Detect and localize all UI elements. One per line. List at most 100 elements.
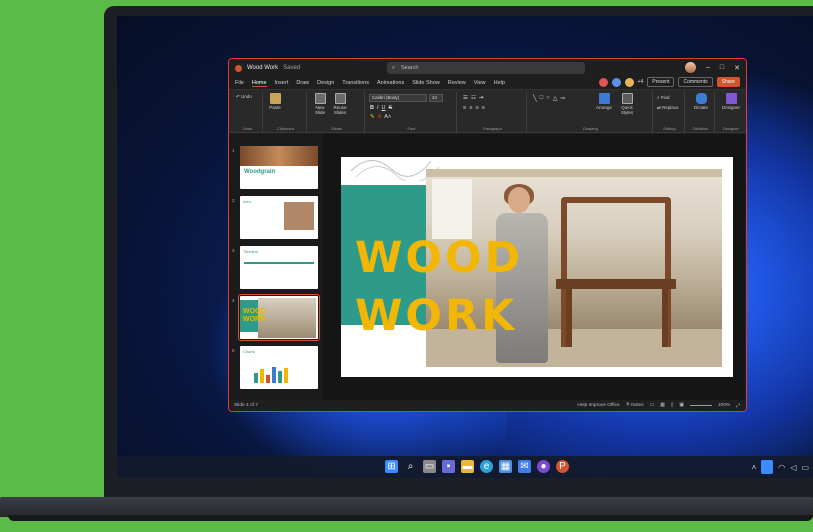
share-button[interactable]: Share bbox=[716, 77, 740, 87]
app-icon[interactable]: ● bbox=[537, 460, 550, 473]
line-shape-icon[interactable]: ╲ bbox=[533, 95, 537, 102]
font-style-buttons: BIUS bbox=[370, 105, 392, 111]
task-view-icon[interactable]: ▭ bbox=[423, 460, 436, 473]
numbering-icon[interactable]: ☷ bbox=[471, 95, 476, 101]
current-slide-canvas[interactable]: WOOD WORK bbox=[341, 157, 733, 377]
tab-view[interactable]: View bbox=[474, 80, 486, 86]
slide-thumbnail-4[interactable]: WOOD WORK bbox=[238, 294, 320, 341]
edge-icon[interactable]: e bbox=[480, 460, 493, 473]
undo-button[interactable]: ↶ Undo bbox=[236, 94, 252, 100]
paste-button[interactable]: Paste bbox=[267, 93, 283, 110]
tab-home[interactable]: Home bbox=[251, 80, 267, 87]
slide-thumbnail-3[interactable]: Timeline bbox=[240, 246, 318, 289]
triangle-shape-icon[interactable]: △ bbox=[553, 95, 558, 102]
account-avatar[interactable] bbox=[684, 62, 696, 73]
font-size-select[interactable]: 24 bbox=[429, 94, 443, 102]
tab-animations[interactable]: Animations bbox=[377, 80, 404, 86]
bold-icon[interactable]: B bbox=[370, 105, 374, 111]
minimize-icon[interactable]: – bbox=[706, 64, 710, 71]
tab-file[interactable]: File bbox=[235, 80, 244, 86]
reuse-slides-button[interactable]: Reuse Slides bbox=[331, 93, 349, 115]
zoom-slider[interactable] bbox=[689, 405, 712, 406]
font-color-icon[interactable]: A bbox=[378, 114, 382, 120]
quick-styles-label: Quick Styles bbox=[620, 105, 634, 115]
quick-styles-button[interactable]: Quick Styles bbox=[617, 93, 637, 115]
arrange-button[interactable]: Arrange bbox=[595, 93, 613, 110]
underline-icon[interactable]: U bbox=[382, 105, 386, 111]
tab-insert[interactable]: Insert bbox=[275, 80, 289, 86]
notes-label: Notes bbox=[631, 403, 644, 408]
new-slide-icon bbox=[314, 93, 326, 104]
shapes-gallery[interactable]: ╲ □ ○ △ ⇨ bbox=[533, 95, 566, 102]
photo-chair-seat bbox=[556, 279, 676, 289]
replace-button[interactable]: ⇄ Replace bbox=[657, 105, 679, 111]
align-left-icon[interactable]: ≡ bbox=[463, 105, 466, 111]
dictate-button[interactable]: Dictate bbox=[691, 93, 711, 110]
teams-icon[interactable]: ▪ bbox=[442, 460, 455, 473]
file-explorer-icon[interactable]: ▬ bbox=[461, 460, 474, 473]
slide-sorter-icon[interactable]: ▦ bbox=[660, 403, 665, 408]
font-size-up-icon[interactable]: A˄ bbox=[384, 114, 391, 120]
tab-review[interactable]: Review bbox=[448, 80, 466, 86]
slide-title-line-2[interactable]: WORK bbox=[355, 295, 517, 338]
align-center-icon[interactable]: ≡ bbox=[469, 105, 472, 111]
chevron-up-icon[interactable]: ˄ bbox=[752, 463, 757, 472]
present-button[interactable]: Present bbox=[647, 77, 675, 87]
tab-slide-show[interactable]: Slide Show bbox=[412, 80, 440, 86]
slide-thumbnail-1[interactable]: Woodgrain bbox=[240, 146, 318, 189]
align-right-icon[interactable]: ≡ bbox=[475, 105, 478, 111]
start-icon[interactable]: ⊞ bbox=[385, 460, 398, 473]
menu-bar: File Home Insert Draw Design Transitions… bbox=[229, 77, 746, 89]
photo-chair-leg bbox=[662, 287, 668, 347]
reading-view-icon[interactable]: ▯ bbox=[671, 403, 674, 408]
maximize-icon[interactable]: □ bbox=[720, 64, 724, 71]
tab-draw[interactable]: Draw bbox=[296, 80, 309, 86]
tab-transitions[interactable]: Transitions bbox=[342, 80, 369, 86]
rectangle-shape-icon[interactable]: □ bbox=[540, 95, 544, 102]
thumbnail-title: Timeline bbox=[243, 249, 258, 254]
tab-help[interactable]: Help bbox=[494, 80, 505, 86]
search-icon[interactable]: ⌕ bbox=[404, 460, 417, 473]
font-name-select[interactable]: Calibri (Body) bbox=[369, 94, 427, 102]
comments-button[interactable]: Comments bbox=[678, 77, 713, 87]
notes-button[interactable]: ≙ Notes bbox=[626, 403, 644, 408]
justify-icon[interactable]: ≡ bbox=[482, 105, 485, 111]
find-icon: ⌕ bbox=[657, 95, 660, 100]
help-improve-link[interactable]: Help Improve Office bbox=[577, 403, 619, 408]
collaborator-avatar[interactable] bbox=[611, 77, 621, 87]
zoom-level[interactable]: 100% bbox=[718, 403, 730, 408]
collaborator-avatar[interactable] bbox=[624, 77, 634, 87]
designer-button[interactable]: Designer bbox=[720, 93, 742, 110]
group-label: Editing bbox=[663, 126, 676, 131]
arrow-shape-icon[interactable]: ⇨ bbox=[561, 95, 566, 102]
search-box[interactable]: ⌕ Search bbox=[387, 62, 585, 74]
store-icon[interactable]: ▦ bbox=[499, 460, 512, 473]
thumbnail-number: 5 bbox=[232, 348, 235, 353]
oval-shape-icon[interactable]: ○ bbox=[546, 95, 550, 102]
slide-thumbnail-2[interactable]: Intro bbox=[240, 196, 318, 239]
find-button[interactable]: ⌕ Find bbox=[657, 95, 670, 100]
slideshow-view-icon[interactable]: ▣ bbox=[679, 403, 684, 408]
arrange-icon bbox=[598, 93, 610, 104]
mail-icon[interactable]: ✉ bbox=[518, 460, 531, 473]
status-bar: Slide 4 of 7 Help Improve Office ≙ Notes… bbox=[229, 400, 745, 411]
normal-view-icon[interactable]: ▭ bbox=[650, 403, 655, 408]
bullets-icon[interactable]: ☰ bbox=[463, 95, 468, 101]
tray-app-icon[interactable] bbox=[761, 460, 774, 474]
powerpoint-taskbar-icon[interactable]: P bbox=[556, 460, 569, 473]
new-slide-button[interactable]: New Slide bbox=[311, 93, 329, 115]
highlight-icon[interactable]: ✎ bbox=[370, 114, 375, 120]
battery-icon[interactable]: ▭ bbox=[801, 463, 809, 472]
indent-icon[interactable]: ⇥ bbox=[479, 95, 484, 101]
slide-title-line-1[interactable]: WOOD bbox=[355, 237, 523, 280]
volume-icon[interactable]: ◁ bbox=[790, 463, 796, 472]
fit-slide-icon[interactable]: ⤢ bbox=[736, 403, 740, 409]
tab-design[interactable]: Design bbox=[317, 80, 334, 86]
slide-position: Slide 4 of 7 bbox=[234, 403, 259, 408]
collaborator-avatar[interactable] bbox=[598, 77, 608, 87]
strikethrough-icon[interactable]: S bbox=[389, 105, 393, 111]
slide-thumbnail-5[interactable]: Charts bbox=[240, 346, 318, 389]
wifi-icon[interactable]: ◠ bbox=[778, 463, 785, 472]
close-icon[interactable]: ✕ bbox=[734, 64, 740, 72]
italic-icon[interactable]: I bbox=[377, 105, 379, 111]
